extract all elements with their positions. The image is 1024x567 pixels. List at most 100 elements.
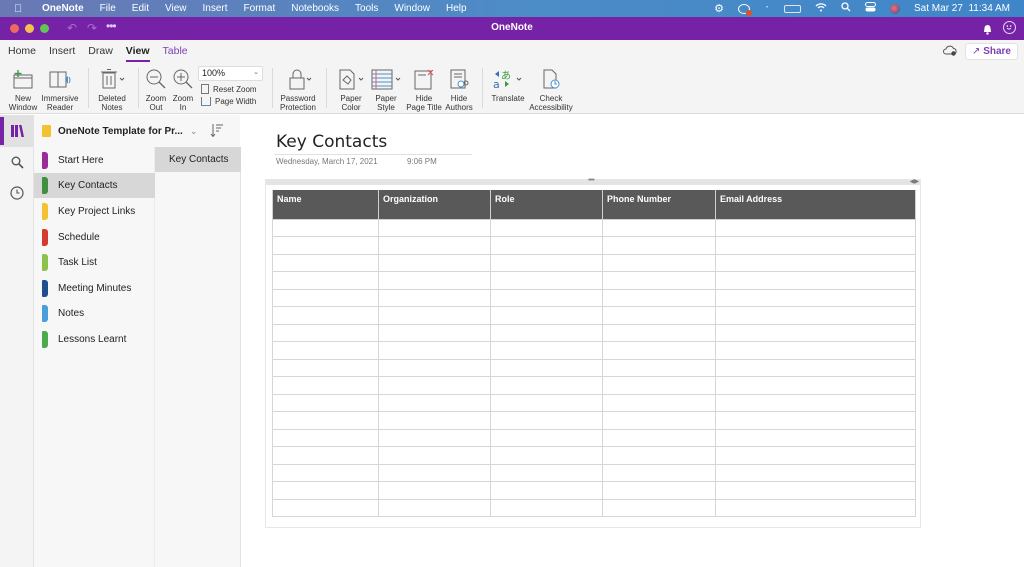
cell-email-address[interactable] — [715, 288, 916, 307]
cell-phone-number[interactable] — [602, 498, 716, 517]
cell-phone-number[interactable] — [602, 411, 716, 430]
cell-email-address[interactable] — [715, 323, 916, 342]
cell-phone-number[interactable] — [602, 271, 716, 290]
menu-tools[interactable]: Tools — [355, 3, 378, 14]
cell-role[interactable] — [490, 288, 603, 307]
siri-icon[interactable] — [890, 3, 901, 14]
cell-email-address[interactable] — [715, 463, 916, 482]
cell-email-address[interactable] — [715, 376, 916, 395]
section-meeting-minutes[interactable]: Meeting Minutes — [34, 276, 155, 301]
menu-window[interactable]: Window — [394, 3, 430, 14]
cell-organization[interactable] — [378, 411, 491, 430]
cell-organization[interactable] — [378, 393, 491, 412]
menu-view[interactable]: View — [165, 3, 187, 14]
cell-email-address[interactable] — [715, 498, 916, 517]
cell-name[interactable] — [272, 498, 379, 517]
section-task-list[interactable]: Task List — [34, 250, 155, 275]
cell-organization[interactable] — [378, 358, 491, 377]
share-button[interactable]: ↗ Share — [965, 43, 1018, 60]
cell-name[interactable] — [272, 428, 379, 447]
cell-phone-number[interactable] — [602, 306, 716, 325]
cell-role[interactable] — [490, 323, 603, 342]
cell-role[interactable] — [490, 428, 603, 447]
cell-organization[interactable] — [378, 218, 491, 237]
cell-phone-number[interactable] — [602, 323, 716, 342]
bluetooth-icon[interactable]: ᛫ — [764, 3, 770, 14]
cell-email-address[interactable] — [715, 271, 916, 290]
sort-pages-icon[interactable] — [210, 123, 224, 140]
cell-email-address[interactable] — [715, 411, 916, 430]
cell-organization[interactable] — [378, 306, 491, 325]
cell-role[interactable] — [490, 481, 603, 500]
cell-role[interactable] — [490, 218, 603, 237]
section-start-here[interactable]: Start Here — [34, 148, 155, 173]
notebook-picker[interactable]: OneNote Template for Pr... ⌄ — [34, 115, 240, 147]
cell-email-address[interactable] — [715, 253, 916, 272]
page-key-contacts[interactable]: Key Contacts — [155, 147, 241, 172]
cell-phone-number[interactable] — [602, 341, 716, 360]
cell-role[interactable] — [490, 271, 603, 290]
cell-email-address[interactable] — [715, 393, 916, 412]
cell-name[interactable] — [272, 481, 379, 500]
cell-phone-number[interactable] — [602, 481, 716, 500]
paper-style-button[interactable]: Paper Style — [368, 66, 404, 112]
reset-zoom-button[interactable]: Reset Zoom — [201, 84, 257, 94]
header-organization[interactable]: Organization — [378, 190, 491, 220]
cell-name[interactable] — [272, 411, 379, 430]
cell-organization[interactable] — [378, 236, 491, 255]
screen-record-icon[interactable] — [738, 3, 753, 16]
cell-email-address[interactable] — [715, 428, 916, 447]
cell-name[interactable] — [272, 271, 379, 290]
cell-organization[interactable] — [378, 446, 491, 465]
cell-role[interactable] — [490, 236, 603, 255]
cell-name[interactable] — [272, 358, 379, 377]
cell-name[interactable] — [272, 306, 379, 325]
immersive-reader-button[interactable]: Immersive Reader — [40, 66, 80, 112]
control-center-icon[interactable] — [865, 2, 877, 15]
gear-icon[interactable]: ⚙ — [714, 2, 724, 15]
cell-name[interactable] — [272, 288, 379, 307]
cell-role[interactable] — [490, 376, 603, 395]
cell-email-address[interactable] — [715, 341, 916, 360]
cell-organization[interactable] — [378, 271, 491, 290]
battery-icon[interactable] — [784, 4, 802, 13]
paper-color-button[interactable]: Paper Color — [334, 66, 368, 112]
section-schedule[interactable]: Schedule — [34, 225, 155, 250]
cell-email-address[interactable] — [715, 481, 916, 500]
cell-email-address[interactable] — [715, 306, 916, 325]
page-title[interactable]: Key Contacts — [276, 132, 387, 152]
notification-bell-icon[interactable] — [983, 22, 992, 35]
tab-table[interactable]: Table — [163, 45, 188, 57]
cell-organization[interactable] — [378, 481, 491, 500]
cell-name[interactable] — [272, 463, 379, 482]
cell-phone-number[interactable] — [602, 218, 716, 237]
header-name[interactable]: Name — [272, 190, 379, 220]
cell-phone-number[interactable] — [602, 463, 716, 482]
cell-email-address[interactable] — [715, 218, 916, 237]
drag-handle-icon[interactable]: •••• — [588, 177, 595, 184]
menu-file[interactable]: File — [100, 3, 116, 14]
cell-organization[interactable] — [378, 463, 491, 482]
cell-organization[interactable] — [378, 376, 491, 395]
cell-phone-number[interactable] — [602, 236, 716, 255]
cell-organization[interactable] — [378, 323, 491, 342]
menu-format[interactable]: Format — [244, 3, 276, 14]
cell-name[interactable] — [272, 253, 379, 272]
menu-app-name[interactable]: OneNote — [42, 3, 84, 14]
cell-email-address[interactable] — [715, 358, 916, 377]
tab-view[interactable]: View — [125, 45, 150, 62]
cell-role[interactable] — [490, 306, 603, 325]
tab-home[interactable]: Home — [8, 45, 36, 57]
wifi-icon[interactable] — [815, 2, 827, 15]
cell-name[interactable] — [272, 218, 379, 237]
cell-phone-number[interactable] — [602, 253, 716, 272]
cell-organization[interactable] — [378, 498, 491, 517]
section-key-contacts[interactable]: Key Contacts — [34, 173, 155, 198]
translate-button[interactable]: aあ Translate — [488, 66, 528, 103]
cell-role[interactable] — [490, 411, 603, 430]
clock[interactable]: Sat Mar 27 11:34 AM — [914, 3, 1010, 14]
cell-name[interactable] — [272, 236, 379, 255]
header-email-address[interactable]: Email Address — [715, 190, 916, 220]
cell-role[interactable] — [490, 498, 603, 517]
cell-role[interactable] — [490, 463, 603, 482]
